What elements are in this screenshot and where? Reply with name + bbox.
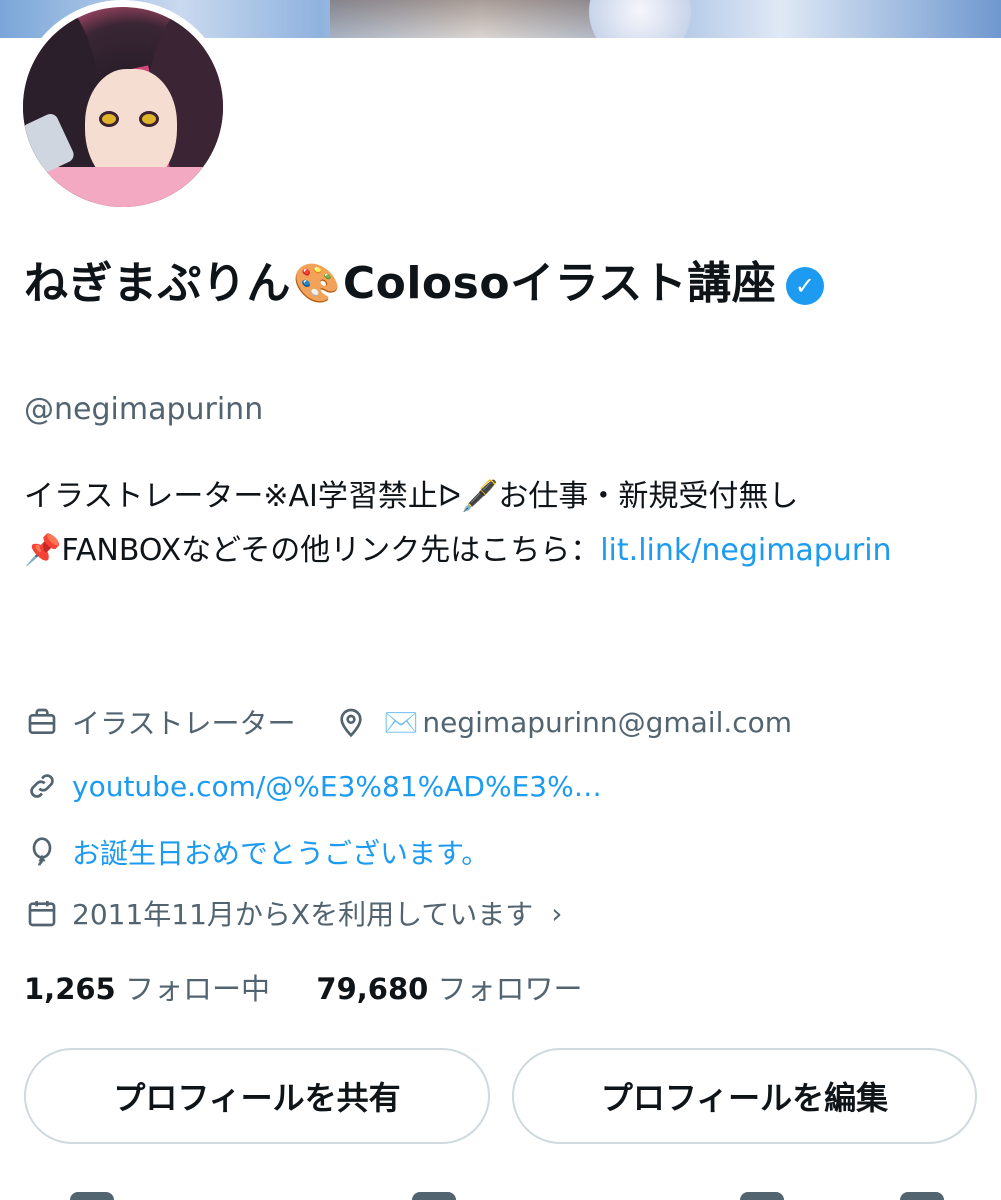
bio-line-1: イラストレーター※AI学習禁止ᐅ🖋️お仕事・新規受付無し — [24, 479, 799, 514]
link-icon — [24, 768, 60, 804]
location-icon — [333, 704, 369, 740]
joined-text: 2011年11月からXを利用しています — [72, 898, 534, 931]
bio-line-2: 📌FANBOXなどその他リンク先はこちら：lit.link/negimapuri… — [24, 533, 892, 568]
avatar[interactable] — [16, 0, 230, 214]
profile-handle: @negimapurinn — [24, 392, 264, 427]
joined-row[interactable]: 2011年11月からXを利用しています › — [24, 893, 562, 933]
profession: イラストレーター — [72, 707, 296, 740]
display-name: ねぎまぷりん🎨Colosoイラスト講座 ✓ — [24, 250, 944, 317]
envelope-icon: ✉️ — [383, 705, 419, 739]
profile-bio: イラストレーター※AI学習禁止ᐅ🖋️お仕事・新規受付無し 📌FANBOXなどその… — [24, 470, 984, 578]
profile-meta-row: イラストレーター ✉️ negimapurinn@gmail.com — [24, 702, 792, 742]
birthday-text[interactable]: お誕生日おめでとうございます。 — [72, 832, 489, 872]
chevron-right-icon: › — [551, 896, 563, 930]
location-text: negimapurinn@gmail.com — [422, 705, 793, 739]
share-profile-button[interactable]: プロフィールを共有 — [24, 1048, 490, 1144]
briefcase-icon — [24, 704, 60, 740]
birthday-row: お誕生日おめでとうございます。 — [24, 832, 489, 872]
tab-icons-peek — [0, 1192, 1001, 1200]
bio-link[interactable]: lit.link/negimapurin — [600, 533, 891, 568]
website-link[interactable]: youtube.com/@%E3%81%AD%E3%… — [72, 770, 602, 803]
verified-badge-icon[interactable]: ✓ — [786, 267, 825, 305]
avatar-image — [23, 7, 223, 207]
calendar-icon — [24, 895, 60, 931]
following-link[interactable]: 1,265 フォロー中 — [24, 972, 270, 1006]
edit-profile-button[interactable]: プロフィールを編集 — [512, 1048, 977, 1144]
followers-link[interactable]: 79,680 フォロワー — [316, 972, 582, 1006]
website-row: youtube.com/@%E3%81%AD%E3%… — [24, 768, 602, 804]
palette-emoji: 🎨 — [293, 261, 341, 305]
balloon-icon — [24, 834, 60, 870]
follow-stats: 1,265 フォロー中 79,680 フォロワー — [24, 966, 583, 1008]
